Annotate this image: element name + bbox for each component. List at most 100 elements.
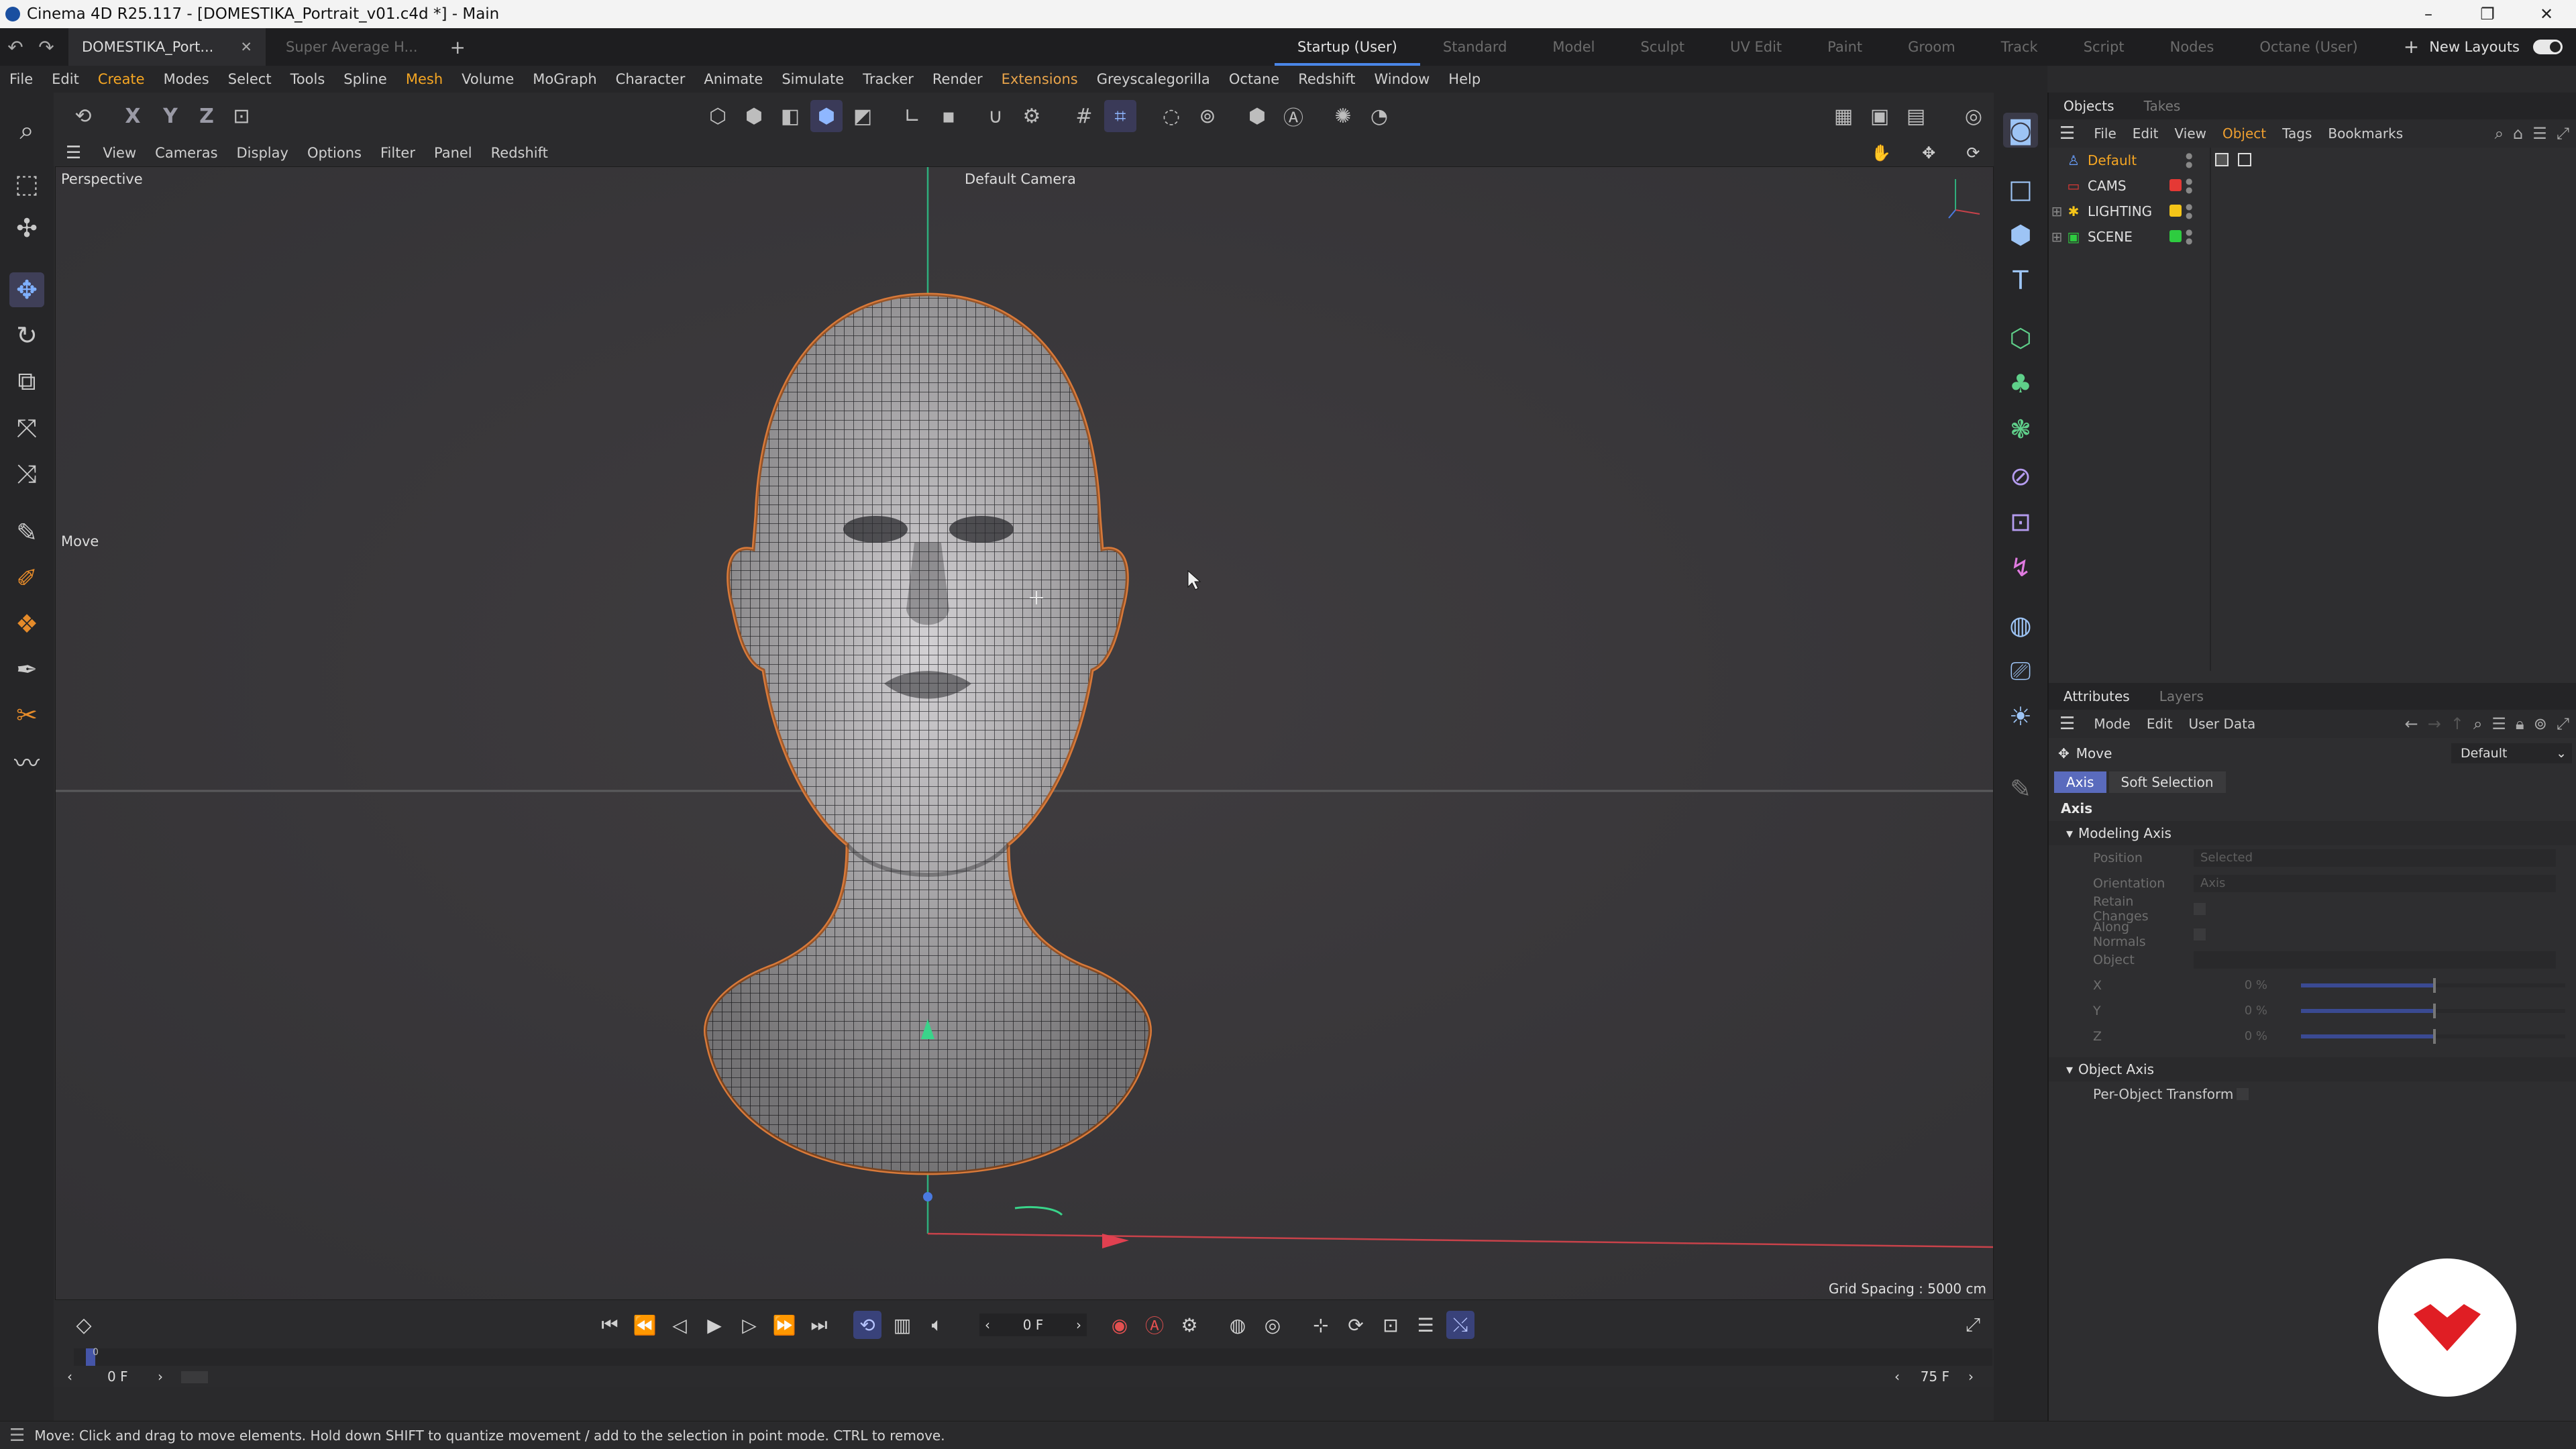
y-axis-lock[interactable]: Y	[154, 100, 186, 132]
workplane-icon[interactable]: #	[1068, 100, 1100, 132]
menu-simulate[interactable]: Simulate	[772, 71, 853, 87]
key-scale-icon[interactable]: ⊹	[1307, 1311, 1335, 1339]
paint-tool-icon[interactable]: ✐	[9, 561, 44, 596]
object-row-default[interactable]: ♙ Default ● ●	[2049, 148, 2576, 173]
objects-menu-file[interactable]: File	[2086, 125, 2124, 142]
attributes-menu-edit[interactable]: Edit	[2139, 716, 2181, 732]
dolly-icon[interactable]: ✥	[1913, 144, 1945, 162]
keyframe-selection-icon[interactable]: ⚙	[1175, 1311, 1203, 1339]
z-axis-handle[interactable]	[923, 1192, 932, 1201]
layer-color-swatch[interactable]	[2169, 205, 2182, 217]
deformer-icon[interactable]: ⊘	[2003, 459, 2038, 494]
viewport-solo-icon[interactable]: ◙	[2003, 113, 2038, 148]
orbit-icon[interactable]: ⟳	[1957, 144, 1989, 162]
filter-icon[interactable]: ☰	[2532, 124, 2547, 143]
move-tool-icon[interactable]: ✥	[9, 272, 44, 307]
environment-icon[interactable]: ◍	[2003, 608, 2038, 643]
layout-tab-nodes[interactable]: Nodes	[2147, 28, 2237, 66]
home-icon[interactable]: ⌂	[2513, 124, 2523, 143]
z-value-field[interactable]: 0 %	[2194, 1028, 2274, 1045]
filter-icon[interactable]: ☰	[2491, 714, 2506, 733]
hamburger-menu-icon[interactable]: ☰	[2049, 714, 2086, 734]
mograph-cloner-icon[interactable]: ♣	[2003, 366, 2038, 401]
render-region-icon[interactable]: ◌	[1155, 100, 1187, 132]
menu-tools[interactable]: Tools	[281, 71, 335, 87]
back-arrow-icon[interactable]: ←	[2405, 714, 2418, 733]
object-row-cams[interactable]: ▭ CAMS ● ●	[2049, 173, 2576, 199]
render-sphere-icon[interactable]: ◎	[1957, 100, 1990, 132]
menu-select[interactable]: Select	[219, 71, 281, 87]
forward-arrow-icon[interactable]: →	[2428, 714, 2441, 733]
layout-tab-startup[interactable]: Startup (User)	[1275, 28, 1420, 66]
end-frame-value[interactable]: 75 F	[1921, 1368, 1949, 1385]
menu-redshift[interactable]: Redshift	[1289, 71, 1364, 87]
menu-create[interactable]: Create	[89, 71, 154, 87]
record-keyframe-icon[interactable]: ◉	[1106, 1311, 1134, 1339]
visibility-dots[interactable]: ● ●	[2186, 228, 2192, 246]
layout-tab-uv-edit[interactable]: UV Edit	[1707, 28, 1805, 66]
go-to-end-icon[interactable]: ⏭	[805, 1311, 833, 1339]
render-queue-icon[interactable]: ▤	[1900, 100, 1932, 132]
menu-mesh[interactable]: Mesh	[396, 71, 452, 87]
coordinate-tool-icon[interactable]: ⤨	[9, 456, 44, 491]
keyframe-diamond-icon[interactable]: ◇	[70, 1311, 98, 1339]
lock-icon[interactable]: 🔒︎	[2516, 714, 2524, 733]
undo-view-icon[interactable]: ⟲	[67, 100, 99, 132]
loop-icon[interactable]: ⟲	[853, 1311, 881, 1339]
coordinate-system-icon[interactable]: ⊡	[225, 100, 258, 132]
document-tab-active[interactable]: DOMESTIKA_Port... ✕	[68, 28, 266, 66]
tab-takes[interactable]: Takes	[2129, 98, 2196, 114]
search-icon[interactable]: ⌕	[2495, 124, 2504, 143]
x-slider[interactable]	[2301, 978, 2565, 993]
objects-menu-view[interactable]: View	[2167, 125, 2214, 142]
next-key-icon[interactable]: ⏩	[770, 1311, 798, 1339]
new-panel-icon[interactable]: ⊚	[2534, 714, 2547, 733]
menu-character[interactable]: Character	[606, 71, 695, 87]
pen-tool-icon[interactable]: ✒	[9, 652, 44, 687]
snap-tool-icon[interactable]: ✣	[9, 211, 44, 246]
key-point-level-icon[interactable]: ☰	[1411, 1311, 1440, 1339]
per-object-transform-checkbox[interactable]	[2237, 1088, 2249, 1100]
along-normals-checkbox[interactable]	[2194, 928, 2206, 941]
chevron-left-icon[interactable]: ‹	[1894, 1368, 1900, 1385]
edit-icon[interactable]: ✎	[2003, 771, 2038, 806]
menu-animate[interactable]: Animate	[694, 71, 772, 87]
new-document-icon[interactable]: +	[450, 36, 466, 58]
document-tab-inactive[interactable]: Super Average H...	[272, 28, 431, 66]
layout-tab-groom[interactable]: Groom	[1885, 28, 1978, 66]
layer-color-swatch[interactable]	[2169, 230, 2182, 242]
transform-tool-icon[interactable]: ⤧	[9, 411, 44, 445]
active-camera-label[interactable]: Default Camera	[965, 171, 1076, 187]
close-tab-icon[interactable]: ✕	[240, 39, 252, 55]
next-frame-icon[interactable]: ▷	[735, 1311, 763, 1339]
key-rotation-icon[interactable]: ◎	[1258, 1311, 1287, 1339]
viewport-menu-options[interactable]: Options	[298, 145, 371, 161]
orientation-select[interactable]: Axis	[2194, 875, 2556, 892]
tab-objects[interactable]: Objects	[2049, 98, 2129, 114]
scale-tool-icon[interactable]: ⧉	[9, 364, 44, 398]
viewport-menu-view[interactable]: View	[93, 145, 146, 161]
layout-tab-paint[interactable]: Paint	[1805, 28, 1885, 66]
y-slider[interactable]	[2301, 1004, 2565, 1018]
spline-tool-icon[interactable]: 〰	[9, 743, 44, 778]
brush-tool-icon[interactable]: ✎	[9, 515, 44, 550]
layout-tab-sculpt[interactable]: Sculpt	[1617, 28, 1707, 66]
interpolation-icon[interactable]: ⤯	[1446, 1311, 1474, 1339]
render-settings-icon[interactable]: ⊚	[1191, 100, 1224, 132]
objects-menu-edit[interactable]: Edit	[2125, 125, 2167, 142]
snapping-icon[interactable]: ⌗	[1104, 100, 1136, 132]
menu-spline[interactable]: Spline	[334, 71, 396, 87]
render-view-icon[interactable]: ⬢	[1241, 100, 1273, 132]
modeling-axis-group[interactable]: ▾ Modeling Axis	[2049, 821, 2576, 845]
z-axis-lock[interactable]: Z	[191, 100, 223, 132]
viewport[interactable]: Perspective Default Camera Move Grid Spa…	[55, 166, 1994, 1300]
selection-tool-icon[interactable]: ⬚	[9, 166, 44, 201]
autokey-icon[interactable]: Ⓐ	[1140, 1311, 1169, 1339]
material-tag-icon[interactable]	[2215, 153, 2229, 166]
menu-help[interactable]: Help	[1439, 71, 1490, 87]
redo-icon[interactable]: ↷	[31, 36, 62, 58]
viewport-menu-cameras[interactable]: Cameras	[146, 145, 227, 161]
preset-dropdown[interactable]: Default ⌄	[2451, 743, 2572, 763]
object-link-field[interactable]	[2194, 951, 2556, 969]
chevron-right-icon[interactable]: ›	[1076, 1317, 1081, 1333]
